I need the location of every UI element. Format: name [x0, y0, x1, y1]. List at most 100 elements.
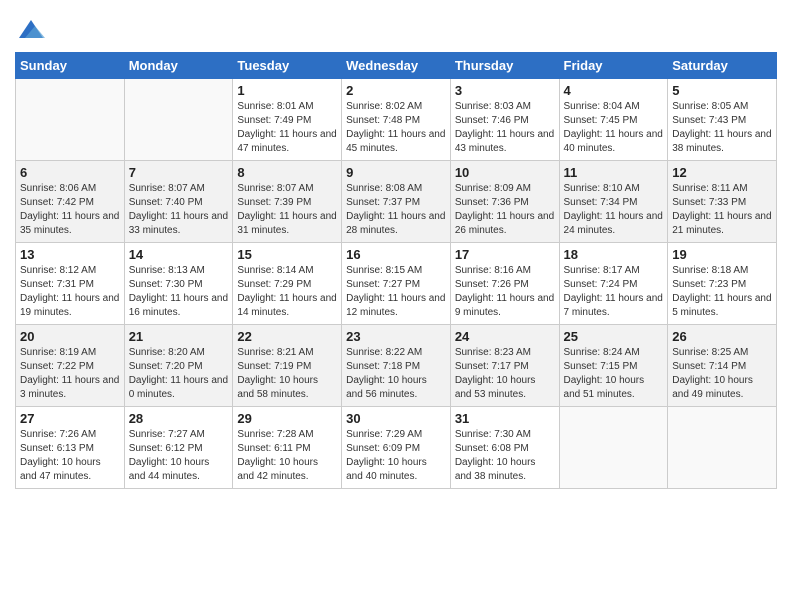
day-number: 14: [129, 247, 229, 262]
day-info: Sunrise: 8:22 AM Sunset: 7:18 PM Dayligh…: [346, 346, 446, 402]
calendar-day-cell: 6 Sunrise: 8:06 AM Sunset: 7:42 PM Daylig…: [16, 161, 125, 243]
calendar-day-cell: 17 Sunrise: 8:16 AM Sunset: 7:26 PM Dayli…: [450, 243, 559, 325]
calendar-day-cell: 26 Sunrise: 8:25 AM Sunset: 7:14 PM Dayli…: [668, 325, 777, 407]
calendar-day-cell: [124, 79, 233, 161]
calendar-day-header: Friday: [559, 53, 668, 79]
day-info: Sunrise: 8:05 AM Sunset: 7:43 PM Dayligh…: [672, 100, 772, 156]
day-info: Sunrise: 8:23 AM Sunset: 7:17 PM Dayligh…: [455, 346, 555, 402]
day-info: Sunrise: 7:30 AM Sunset: 6:08 PM Dayligh…: [455, 428, 555, 484]
day-number: 8: [237, 165, 337, 180]
calendar-day-cell: 24 Sunrise: 8:23 AM Sunset: 7:17 PM Dayli…: [450, 325, 559, 407]
day-info: Sunrise: 8:02 AM Sunset: 7:48 PM Dayligh…: [346, 100, 446, 156]
day-number: 31: [455, 411, 555, 426]
day-info: Sunrise: 8:12 AM Sunset: 7:31 PM Dayligh…: [20, 264, 120, 320]
calendar-day-cell: 16 Sunrise: 8:15 AM Sunset: 7:27 PM Dayli…: [342, 243, 451, 325]
day-number: 16: [346, 247, 446, 262]
calendar-day-cell: 27Sunrise: 7:26 AM Sunset: 6:13 PM Dayli…: [16, 407, 125, 489]
calendar-day-header: Tuesday: [233, 53, 342, 79]
day-info: Sunrise: 7:28 AM Sunset: 6:11 PM Dayligh…: [237, 428, 337, 484]
day-number: 26: [672, 329, 772, 344]
day-info: Sunrise: 8:01 AM Sunset: 7:49 PM Dayligh…: [237, 100, 337, 156]
calendar-day-header: Sunday: [16, 53, 125, 79]
day-number: 27: [20, 411, 120, 426]
day-number: 2: [346, 83, 446, 98]
calendar-day-cell: 15 Sunrise: 8:14 AM Sunset: 7:29 PM Dayli…: [233, 243, 342, 325]
calendar-day-cell: 1 Sunrise: 8:01 AM Sunset: 7:49 PM Daylig…: [233, 79, 342, 161]
calendar-day-cell: 9 Sunrise: 8:08 AM Sunset: 7:37 PM Daylig…: [342, 161, 451, 243]
calendar-day-cell: 28 Sunrise: 7:27 AM Sunset: 6:12 PM Dayli…: [124, 407, 233, 489]
calendar-day-cell: 22Sunrise: 8:21 AM Sunset: 7:19 PM Dayli…: [233, 325, 342, 407]
day-info: Sunrise: 8:06 AM Sunset: 7:42 PM Dayligh…: [20, 182, 120, 238]
day-info: Sunrise: 8:14 AM Sunset: 7:29 PM Dayligh…: [237, 264, 337, 320]
calendar-day-cell: 31 Sunrise: 7:30 AM Sunset: 6:08 PM Dayli…: [450, 407, 559, 489]
calendar-day-cell: 8 Sunrise: 8:07 AM Sunset: 7:39 PM Daylig…: [233, 161, 342, 243]
day-info: Sunrise: 8:16 AM Sunset: 7:26 PM Dayligh…: [455, 264, 555, 320]
day-number: 29: [237, 411, 337, 426]
calendar-day-cell: 19Sunrise: 8:18 AM Sunset: 7:23 PM Dayli…: [668, 243, 777, 325]
calendar-day-cell: 20Sunrise: 8:19 AM Sunset: 7:22 PM Dayli…: [16, 325, 125, 407]
day-info: Sunrise: 8:09 AM Sunset: 7:36 PM Dayligh…: [455, 182, 555, 238]
calendar-day-cell: 2 Sunrise: 8:02 AM Sunset: 7:48 PM Daylig…: [342, 79, 451, 161]
calendar-day-cell: 13 Sunrise: 8:12 AM Sunset: 7:31 PM Dayli…: [16, 243, 125, 325]
day-info: Sunrise: 8:10 AM Sunset: 7:34 PM Dayligh…: [564, 182, 664, 238]
day-number: 1: [237, 83, 337, 98]
day-info: Sunrise: 7:27 AM Sunset: 6:12 PM Dayligh…: [129, 428, 229, 484]
day-info: Sunrise: 8:11 AM Sunset: 7:33 PM Dayligh…: [672, 182, 772, 238]
day-number: 4: [564, 83, 664, 98]
calendar-day-cell: [668, 407, 777, 489]
day-info: Sunrise: 8:07 AM Sunset: 7:39 PM Dayligh…: [237, 182, 337, 238]
calendar-day-cell: 30 Sunrise: 7:29 AM Sunset: 6:09 PM Dayli…: [342, 407, 451, 489]
calendar-day-cell: 29 Sunrise: 7:28 AM Sunset: 6:11 PM Dayli…: [233, 407, 342, 489]
day-number: 18: [564, 247, 664, 262]
day-number: 17: [455, 247, 555, 262]
calendar-day-cell: 7Sunrise: 8:07 AM Sunset: 7:40 PM Daylig…: [124, 161, 233, 243]
calendar-day-cell: 14Sunrise: 8:13 AM Sunset: 7:30 PM Dayli…: [124, 243, 233, 325]
day-number: 15: [237, 247, 337, 262]
calendar-day-cell: [559, 407, 668, 489]
day-info: Sunrise: 8:20 AM Sunset: 7:20 PM Dayligh…: [129, 346, 229, 402]
day-number: 28: [129, 411, 229, 426]
day-info: Sunrise: 8:15 AM Sunset: 7:27 PM Dayligh…: [346, 264, 446, 320]
day-number: 6: [20, 165, 120, 180]
calendar-day-cell: 4 Sunrise: 8:04 AM Sunset: 7:45 PM Daylig…: [559, 79, 668, 161]
day-number: 11: [564, 165, 664, 180]
calendar-day-header: Thursday: [450, 53, 559, 79]
calendar-day-cell: 21Sunrise: 8:20 AM Sunset: 7:20 PM Dayli…: [124, 325, 233, 407]
day-info: Sunrise: 8:04 AM Sunset: 7:45 PM Dayligh…: [564, 100, 664, 156]
calendar-header-row: SundayMondayTuesdayWednesdayThursdayFrid…: [16, 53, 777, 79]
day-info: Sunrise: 8:17 AM Sunset: 7:24 PM Dayligh…: [564, 264, 664, 320]
header: [15, 10, 777, 44]
day-info: Sunrise: 8:03 AM Sunset: 7:46 PM Dayligh…: [455, 100, 555, 156]
day-info: Sunrise: 8:08 AM Sunset: 7:37 PM Dayligh…: [346, 182, 446, 238]
day-info: Sunrise: 8:24 AM Sunset: 7:15 PM Dayligh…: [564, 346, 664, 402]
calendar-day-cell: 10Sunrise: 8:09 AM Sunset: 7:36 PM Dayli…: [450, 161, 559, 243]
day-number: 20: [20, 329, 120, 344]
day-number: 23: [346, 329, 446, 344]
day-number: 12: [672, 165, 772, 180]
calendar-day-cell: [16, 79, 125, 161]
calendar-day-cell: 3 Sunrise: 8:03 AM Sunset: 7:46 PM Daylig…: [450, 79, 559, 161]
logo-icon: [17, 16, 45, 44]
calendar-day-cell: 23 Sunrise: 8:22 AM Sunset: 7:18 PM Dayli…: [342, 325, 451, 407]
day-number: 24: [455, 329, 555, 344]
calendar-day-cell: 11 Sunrise: 8:10 AM Sunset: 7:34 PM Dayli…: [559, 161, 668, 243]
calendar: SundayMondayTuesdayWednesdayThursdayFrid…: [15, 52, 777, 489]
day-info: Sunrise: 8:18 AM Sunset: 7:23 PM Dayligh…: [672, 264, 772, 320]
day-info: Sunrise: 7:29 AM Sunset: 6:09 PM Dayligh…: [346, 428, 446, 484]
calendar-day-cell: 5 Sunrise: 8:05 AM Sunset: 7:43 PM Daylig…: [668, 79, 777, 161]
day-info: Sunrise: 8:21 AM Sunset: 7:19 PM Dayligh…: [237, 346, 337, 402]
calendar-day-header: Saturday: [668, 53, 777, 79]
day-info: Sunrise: 8:25 AM Sunset: 7:14 PM Dayligh…: [672, 346, 772, 402]
day-number: 5: [672, 83, 772, 98]
calendar-day-cell: 25 Sunrise: 8:24 AM Sunset: 7:15 PM Dayli…: [559, 325, 668, 407]
day-number: 30: [346, 411, 446, 426]
day-number: 9: [346, 165, 446, 180]
logo: [15, 16, 45, 44]
day-number: 25: [564, 329, 664, 344]
day-number: 13: [20, 247, 120, 262]
calendar-week-row: 20Sunrise: 8:19 AM Sunset: 7:22 PM Dayli…: [16, 325, 777, 407]
day-number: 3: [455, 83, 555, 98]
calendar-week-row: 27Sunrise: 7:26 AM Sunset: 6:13 PM Dayli…: [16, 407, 777, 489]
calendar-week-row: 1 Sunrise: 8:01 AM Sunset: 7:49 PM Daylig…: [16, 79, 777, 161]
day-info: Sunrise: 8:07 AM Sunset: 7:40 PM Dayligh…: [129, 182, 229, 238]
